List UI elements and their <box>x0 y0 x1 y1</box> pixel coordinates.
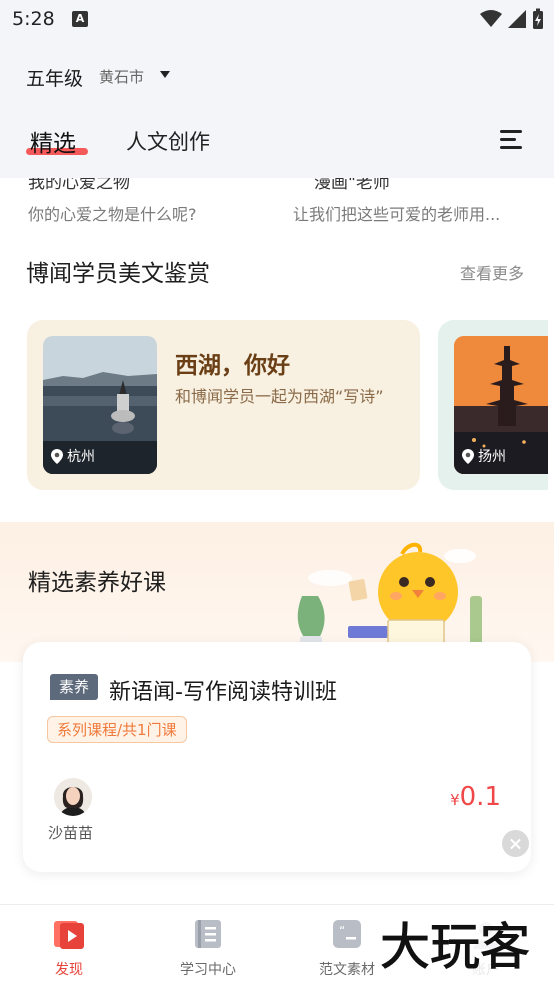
city-selector[interactable]: 黄石市 <box>99 66 144 87</box>
signal-icon <box>508 10 526 28</box>
course-price: ¥0.1 <box>450 782 501 812</box>
section-title-courses: 精选素养好课 <box>28 570 166 596</box>
essay-card-title: 西湖，你好 <box>175 353 290 379</box>
system-icons <box>480 8 544 30</box>
essay-card-westlake[interactable]: 杭州 西湖，你好 和博闻学员一起为西湖“写诗” <box>27 320 420 490</box>
see-more-link[interactable]: 查看更多 <box>460 260 524 284</box>
discover-play-icon <box>52 917 86 951</box>
series-badge: 系列课程/共1门课 <box>47 716 187 743</box>
section-title-appreciation: 博闻学员美文鉴赏 <box>26 261 210 287</box>
tab-featured[interactable]: 精选 <box>30 124 76 158</box>
svg-text:大玩客: 大玩客 <box>380 918 530 976</box>
nav-discover[interactable]: 发现 <box>14 917 124 979</box>
tab-humanities[interactable]: 人文创作 <box>126 126 210 156</box>
teacher-name: 沙苗苗 <box>48 824 94 842</box>
article-subtitle: 你的心爱之物是什么呢? <box>28 205 197 224</box>
nav-study-center[interactable]: 学习中心 <box>153 917 263 979</box>
location-tag: 杭州 <box>51 446 95 466</box>
article-subtitle: 让我们把这些可爱的老师用... <box>293 205 501 224</box>
essay-card-yangzhou[interactable]: 扬州 <box>438 320 548 490</box>
wifi-icon <box>480 10 502 27</box>
quote-doc-icon: “ <box>330 917 364 951</box>
notebook-icon <box>191 917 225 951</box>
nav-label: 学习中心 <box>180 962 236 978</box>
text-a-icon: A <box>72 11 88 27</box>
location-pin-icon <box>51 448 63 464</box>
location-tag: 扬州 <box>462 446 506 466</box>
price-currency: ¥ <box>450 791 460 809</box>
price-value: 0.1 <box>459 782 501 812</box>
grade-selector[interactable]: 五年级 <box>26 64 83 91</box>
menu-icon[interactable] <box>500 130 522 150</box>
svg-text:“: “ <box>339 924 345 938</box>
location-label: 杭州 <box>67 449 95 465</box>
course-section: 精选素养好课 <box>0 522 554 662</box>
watermark-logo: 大玩客 <box>376 912 550 976</box>
yangzhou-photo: 扬州 <box>454 336 548 474</box>
course-tag: 素养 <box>50 674 98 700</box>
essay-card-desc: 和博闻学员一起为西湖“写诗” <box>175 387 384 406</box>
location-label: 扬州 <box>478 449 506 465</box>
location-pin-icon <box>462 448 474 464</box>
westlake-photo: 杭州 <box>43 336 157 474</box>
battery-icon <box>533 8 543 29</box>
status-bar: 5:28 A <box>0 0 554 38</box>
status-time: 5:28 <box>12 8 55 30</box>
nav-label: 发现 <box>55 962 83 978</box>
caret-down-icon[interactable] <box>160 71 170 78</box>
avatar <box>54 778 92 816</box>
course-card[interactable]: 素养 新语闻-写作阅读特训班 系列课程/共1门课 沙苗苗 ¥0.1 <box>23 642 531 872</box>
close-icon[interactable] <box>502 830 529 857</box>
top-header: 五年级 黄石市 精选 人文创作 <box>0 38 554 178</box>
course-title[interactable]: 新语闻-写作阅读特训班 <box>109 674 337 706</box>
